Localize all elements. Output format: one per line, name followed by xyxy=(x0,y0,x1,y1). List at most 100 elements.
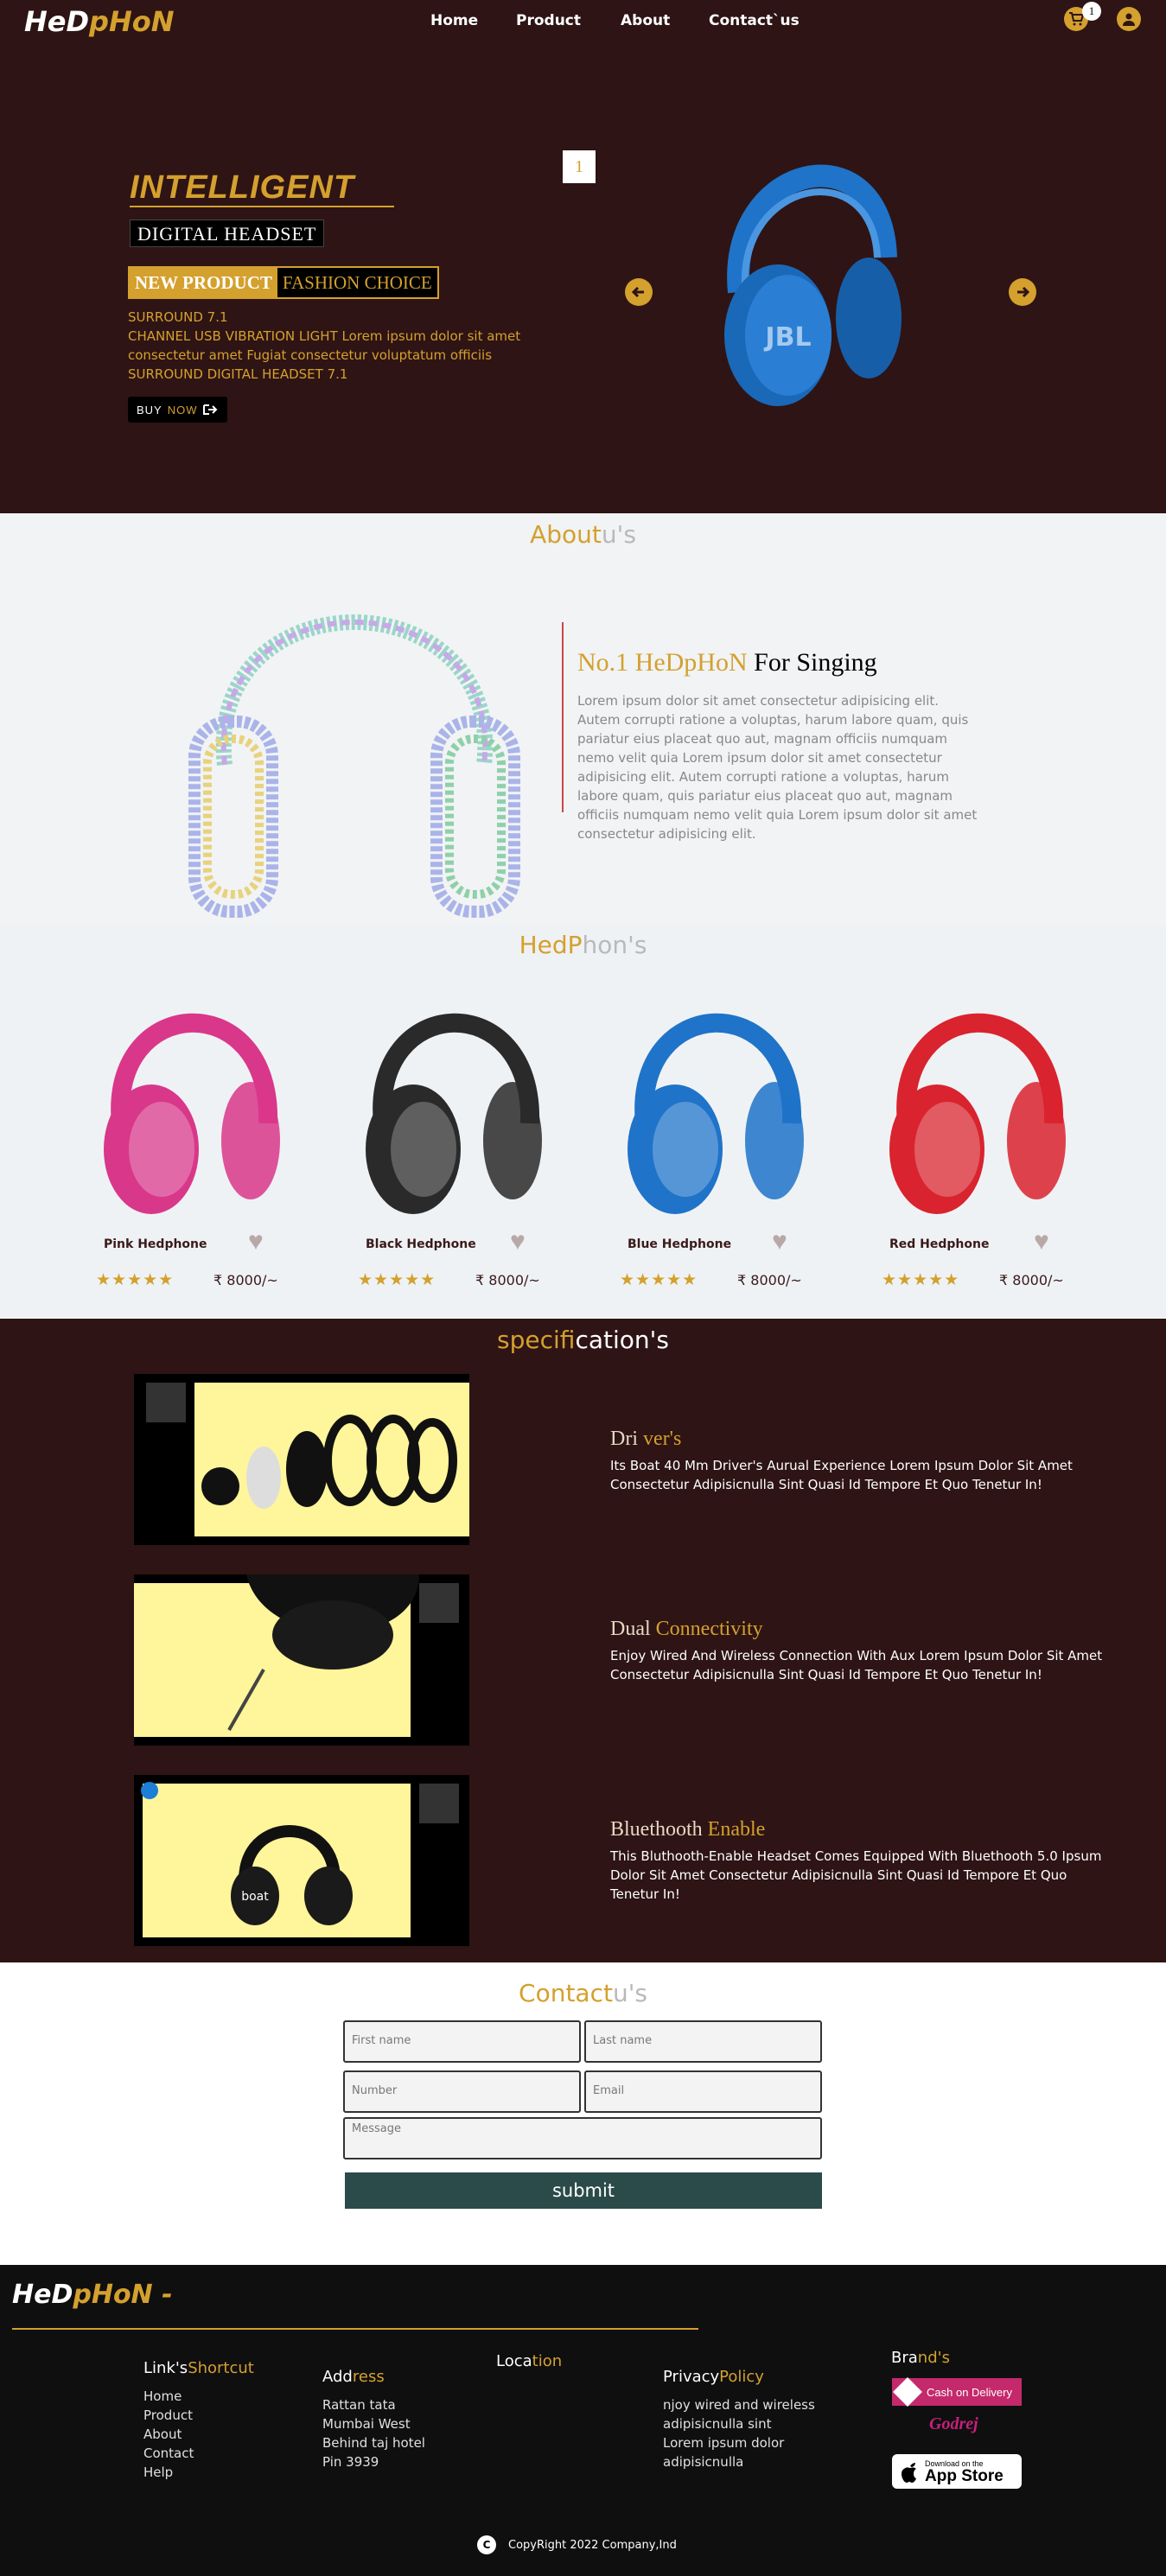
hero-desc-line: SURROUND 7.1 xyxy=(128,309,228,325)
footer-privacy-text: njoy wired and wireless adipisicnulla si… xyxy=(663,2395,815,2471)
contact-title: Contactu's xyxy=(0,1979,1166,2007)
heading-part: Loca xyxy=(496,2352,532,2370)
nav-link-contact[interactable]: Contact`us xyxy=(709,12,800,29)
user-icon[interactable] xyxy=(1117,7,1141,31)
title-part: u's xyxy=(612,1979,647,2007)
rupee-icon: ₹ xyxy=(737,1272,747,1288)
footer-address-heading: Address xyxy=(322,2368,385,2386)
product-card[interactable]: Red Hedphone ♥ ★★★★★ ₹ 8000/~ xyxy=(868,976,1084,1305)
price-value: 8000/~ xyxy=(226,1272,278,1288)
site-logo[interactable]: HeDpHoN xyxy=(24,5,175,38)
cash-on-delivery-badge[interactable]: Cash on Delivery xyxy=(892,2377,1022,2407)
heart-icon[interactable]: ♥ xyxy=(248,1229,274,1255)
spec-item: Dual Connectivity Enjoy Wired And Wirele… xyxy=(610,1618,1103,1684)
hero-tags: NEW PRODUCT FASHION CHOICE xyxy=(128,266,439,299)
logo-dash: - xyxy=(162,2280,173,2310)
product-image xyxy=(104,1013,280,1214)
about-heading: No.1 HeDpHoN For Singing xyxy=(577,648,877,677)
title-part: Enable xyxy=(707,1818,766,1841)
product-name: Black Hedphone xyxy=(366,1237,476,1251)
heart-icon[interactable]: ♥ xyxy=(510,1229,536,1255)
footer-link-home[interactable]: Home xyxy=(143,2387,194,2406)
footer-link-product[interactable]: Product xyxy=(143,2406,194,2425)
nav-link-home[interactable]: Home xyxy=(430,12,478,29)
copyright: C CopyRight 2022 Company,Ind xyxy=(477,2535,677,2554)
price-value: 8000/~ xyxy=(488,1272,540,1288)
footer-location-heading[interactable]: Location xyxy=(496,2352,562,2370)
logo-text-he: HeD xyxy=(24,5,90,38)
footer-link-contact[interactable]: Contact xyxy=(143,2444,194,2463)
buy-now-button[interactable]: BUY NOW xyxy=(128,397,227,423)
spec-item-title: Dual Connectivity xyxy=(610,1618,1103,1641)
hero-headphone-image: JBL xyxy=(724,164,902,406)
prev-slide-arrow-icon[interactable] xyxy=(625,278,653,306)
heart-icon[interactable]: ♥ xyxy=(772,1229,798,1255)
price-value: 8000/~ xyxy=(1012,1272,1064,1288)
submit-button[interactable]: submit xyxy=(345,2172,822,2209)
title-part: ver's xyxy=(643,1428,682,1450)
footer-link-about[interactable]: About xyxy=(143,2425,194,2444)
nav-link-product[interactable]: Product xyxy=(516,12,581,29)
spec-item: Dri ver's Its Boat 40 Mm Driver's Aurual… xyxy=(610,1428,1103,1494)
product-price: ₹ 8000/~ xyxy=(475,1272,540,1288)
next-slide-arrow-icon[interactable] xyxy=(1009,278,1036,306)
footer-address: Rattan tata Mumbai West Behind taj hotel… xyxy=(322,2395,425,2471)
privacy-line: Lorem ipsum dolor xyxy=(663,2435,785,2451)
title-part: About xyxy=(530,520,602,549)
heading-part: Link's xyxy=(143,2359,188,2377)
spec-bluetooth-image: boat xyxy=(134,1775,469,1946)
hero-desc-line: SURROUND DIGITAL HEADSET 7.1 xyxy=(128,366,348,382)
heading-part: Privacy xyxy=(663,2368,720,2386)
product-name: Pink Hedphone xyxy=(104,1237,207,1251)
price-value: 8000/~ xyxy=(750,1272,802,1288)
spec-item-text: This Bluthooth-Enable Headset Comes Equi… xyxy=(610,1848,1102,1902)
footer-links-list: Home Product About Contact Help xyxy=(143,2387,194,2482)
about-accent-bar xyxy=(562,622,564,812)
first-name-field[interactable]: First name xyxy=(343,2020,581,2063)
product-card[interactable]: Blue Hedphone ♥ ★★★★★ ₹ 8000/~ xyxy=(606,976,822,1305)
heart-icon[interactable]: ♥ xyxy=(1034,1229,1060,1255)
hero-title: INTELLIGENT xyxy=(130,169,355,206)
title-part: Dri xyxy=(610,1428,638,1450)
heading-part: No.1 HeDpHoN xyxy=(577,648,748,677)
product-price: ₹ 8000/~ xyxy=(213,1272,278,1288)
copyright-icon: C xyxy=(477,2535,496,2554)
heading-part: nd's xyxy=(917,2349,950,2367)
rupee-icon: ₹ xyxy=(213,1272,223,1288)
tag-fashion-choice: FASHION CHOICE xyxy=(277,268,437,297)
slide-counter: 1 xyxy=(563,150,596,183)
app-store-badge[interactable]: Download on the App Store xyxy=(892,2454,1022,2489)
spec-item: Bluethooth Enable This Bluthooth-Enable … xyxy=(610,1818,1103,1904)
footer-divider xyxy=(12,2328,698,2330)
footer-link-help[interactable]: Help xyxy=(143,2463,194,2482)
svg-text:JBL: JBL xyxy=(763,322,811,353)
spec-title: specification's xyxy=(0,1326,1166,1354)
last-name-field[interactable]: Last name xyxy=(584,2020,822,2063)
heading-part: Shortcut xyxy=(188,2359,254,2377)
product-card[interactable]: Pink Hedphone ♥ ★★★★★ ₹ 8000/~ xyxy=(82,976,298,1305)
app-store-small: Download on the xyxy=(925,2458,984,2468)
title-part: hon's xyxy=(582,931,647,959)
spec-item-title: Bluethooth Enable xyxy=(610,1818,1103,1841)
hero-description: SURROUND 7.1 CHANNEL USB VIBRATION LIGHT… xyxy=(128,308,577,384)
heading-part: Add xyxy=(322,2368,353,2386)
nav-link-about[interactable]: About xyxy=(621,12,670,29)
title-part: u's xyxy=(601,520,636,549)
product-image xyxy=(889,1013,1066,1214)
footer-logo[interactable]: HeDpHoN - xyxy=(12,2280,173,2310)
rating-stars: ★★★★★ xyxy=(882,1271,960,1289)
buy-label: BUY xyxy=(137,403,162,417)
heading-part: Policy xyxy=(719,2368,764,2386)
apple-icon xyxy=(902,2463,916,2483)
number-field[interactable]: Number xyxy=(343,2070,581,2113)
logo-text-ph: pHoN xyxy=(89,5,175,38)
godrej-logo[interactable]: Godrej xyxy=(929,2414,978,2434)
address-line: Behind taj hotel xyxy=(322,2435,425,2451)
title-part: Connectivity xyxy=(655,1618,763,1640)
message-field[interactable]: Message xyxy=(343,2117,822,2159)
logo-text-ph: pHoN xyxy=(73,2280,153,2310)
top-navbar xyxy=(0,0,1166,45)
app-store-big: App Store xyxy=(925,2466,1004,2485)
email-field[interactable]: Email xyxy=(584,2070,822,2113)
product-card[interactable]: Black Hedphone ♥ ★★★★★ ₹ 8000/~ xyxy=(344,976,560,1305)
